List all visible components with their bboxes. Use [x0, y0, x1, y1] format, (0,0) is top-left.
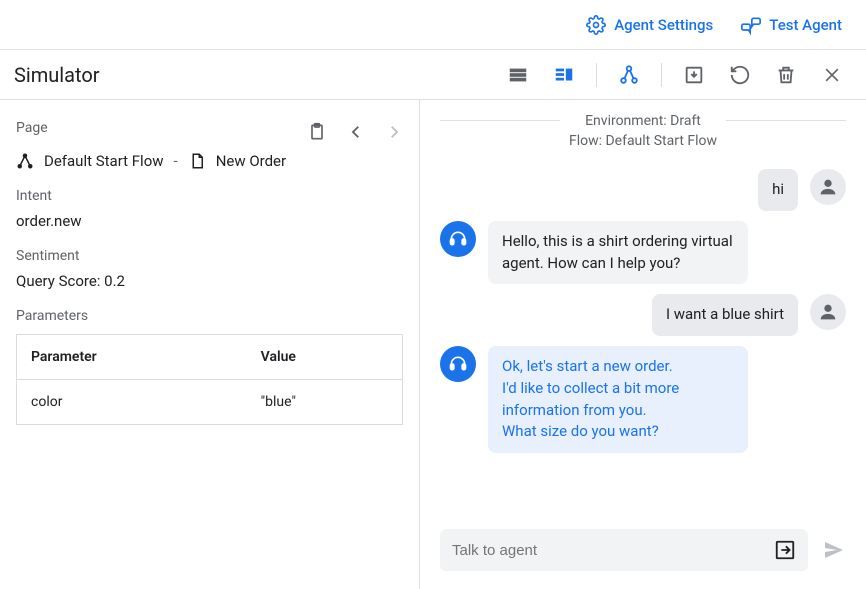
- agent-avatar-icon: [440, 221, 476, 257]
- agent-message: Hello, this is a shirt ordering virtual …: [440, 221, 846, 285]
- intent-label: Intent: [16, 188, 403, 204]
- view-split-button[interactable]: [546, 57, 582, 93]
- chat-body: hi Hello, this is a shirt ordering virtu…: [420, 159, 866, 515]
- content: Page Default Start Flow -: [0, 100, 866, 589]
- agent-line: I'd like to collect a bit more informati…: [502, 378, 734, 422]
- chat-input-row: [420, 515, 866, 589]
- user-avatar-icon: [810, 294, 846, 330]
- user-message: I want a blue shirt: [440, 294, 846, 336]
- col-value: Value: [247, 335, 403, 380]
- parameters-table: Parameter Value color "blue": [16, 334, 403, 425]
- table-row: color "blue": [17, 380, 403, 425]
- view-compact-button[interactable]: [500, 57, 536, 93]
- divider: [661, 63, 662, 87]
- environment-line: Environment: Draft: [440, 112, 846, 132]
- divider: [596, 63, 597, 87]
- intent-value: order.new: [16, 212, 403, 230]
- flow-line: Flow: Default Start Flow: [440, 132, 846, 152]
- sentiment-label: Sentiment: [16, 248, 403, 264]
- close-button[interactable]: [814, 57, 850, 93]
- agent-settings-label: Agent Settings: [614, 16, 713, 34]
- next-page-button[interactable]: [385, 123, 403, 141]
- agent-line: What size do you want?: [502, 421, 734, 443]
- details-panel: Page Default Start Flow -: [0, 100, 420, 589]
- send-button[interactable]: [822, 538, 846, 562]
- param-name: color: [17, 380, 247, 425]
- clipboard-icon[interactable]: [307, 122, 327, 142]
- breadcrumb: Default Start Flow - New Order: [16, 152, 403, 170]
- sentiment-value: Query Score: 0.2: [16, 272, 403, 290]
- agent-settings-link[interactable]: Agent Settings: [586, 15, 713, 35]
- chat-icon: [741, 15, 761, 35]
- page-label: Page: [16, 120, 48, 136]
- page-icon: [188, 152, 206, 170]
- reset-button[interactable]: [722, 57, 758, 93]
- user-bubble: I want a blue shirt: [652, 294, 798, 336]
- chat-input-container[interactable]: [440, 529, 808, 571]
- chat-input[interactable]: [452, 542, 774, 559]
- page-title: Simulator: [14, 63, 100, 87]
- agent-bubble: Hello, this is a shirt ordering virtual …: [488, 221, 748, 285]
- header-actions: [500, 57, 850, 93]
- simulator-header: Simulator: [0, 50, 866, 100]
- chat-header: Environment: Draft Flow: Default Start F…: [420, 112, 866, 159]
- prev-page-button[interactable]: [347, 123, 365, 141]
- delete-button[interactable]: [768, 57, 804, 93]
- param-value: "blue": [247, 380, 403, 425]
- agent-bubble: Ok, let's start a new order. I'd like to…: [488, 346, 748, 453]
- flow-graph-button[interactable]: [611, 57, 647, 93]
- breadcrumb-page: New Order: [216, 152, 286, 170]
- chat-panel: Environment: Draft Flow: Default Start F…: [420, 100, 866, 589]
- gear-icon: [586, 15, 606, 35]
- submit-arrow-icon[interactable]: [774, 539, 796, 561]
- agent-avatar-icon: [440, 346, 476, 382]
- agent-line: Ok, let's start a new order.: [502, 356, 734, 378]
- test-agent-label: Test Agent: [769, 16, 842, 34]
- breadcrumb-separator: -: [174, 152, 178, 170]
- agent-message: Ok, let's start a new order. I'd like to…: [440, 346, 846, 453]
- user-message: hi: [440, 169, 846, 211]
- parameters-label: Parameters: [16, 308, 403, 324]
- save-button[interactable]: [676, 57, 712, 93]
- col-parameter: Parameter: [17, 335, 247, 380]
- top-bar: Agent Settings Test Agent: [0, 0, 866, 50]
- flow-icon: [16, 152, 34, 170]
- breadcrumb-flow: Default Start Flow: [44, 152, 164, 170]
- user-bubble: hi: [758, 169, 798, 211]
- table-header-row: Parameter Value: [17, 335, 403, 380]
- user-avatar-icon: [810, 169, 846, 205]
- test-agent-link[interactable]: Test Agent: [741, 15, 842, 35]
